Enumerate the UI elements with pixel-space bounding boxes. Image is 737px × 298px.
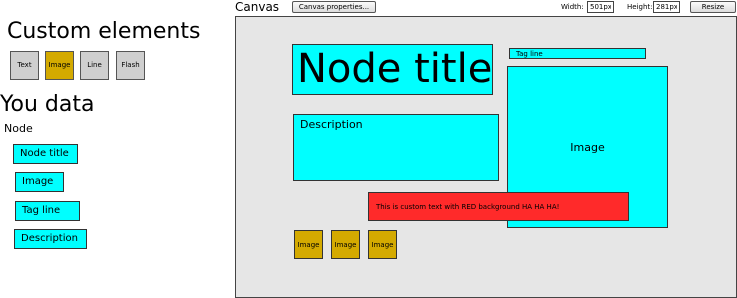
canvas-properties-button[interactable]: Canvas properties... <box>292 1 376 13</box>
field-image[interactable]: Image <box>15 172 64 192</box>
data-heading: You data <box>0 92 95 117</box>
custom-line-button[interactable]: Line <box>80 51 109 80</box>
canvas-custom-text[interactable]: This is custom text with RED background … <box>368 192 629 221</box>
canvas-custom-image-1[interactable]: Image <box>294 230 323 259</box>
custom-text-button[interactable]: Text <box>10 51 39 80</box>
field-node-title[interactable]: Node title <box>13 144 78 164</box>
canvas-title: Canvas <box>235 0 280 14</box>
node-label: Node <box>4 122 33 135</box>
custom-flash-button[interactable]: Flash <box>116 51 145 80</box>
canvas-tag-line[interactable]: Tag line <box>509 48 646 59</box>
width-input[interactable] <box>587 1 614 13</box>
height-label: Height: <box>627 3 653 11</box>
custom-elements-heading: Custom elements <box>7 19 201 44</box>
canvas-custom-image-2[interactable]: Image <box>331 230 360 259</box>
field-tag-line[interactable]: Tag line <box>15 201 80 221</box>
width-label: Width: <box>561 3 584 11</box>
canvas-custom-image-3[interactable]: Image <box>368 230 397 259</box>
canvas[interactable]: Node title Tag line Image Description Th… <box>235 16 737 298</box>
height-input[interactable] <box>653 1 680 13</box>
canvas-node-title[interactable]: Node title <box>292 44 493 95</box>
resize-button[interactable]: Resize <box>690 1 736 13</box>
custom-image-button[interactable]: Image <box>45 51 74 80</box>
canvas-image-label: Image <box>570 140 605 154</box>
field-description[interactable]: Description <box>14 229 87 249</box>
canvas-description[interactable]: Description <box>293 114 499 181</box>
